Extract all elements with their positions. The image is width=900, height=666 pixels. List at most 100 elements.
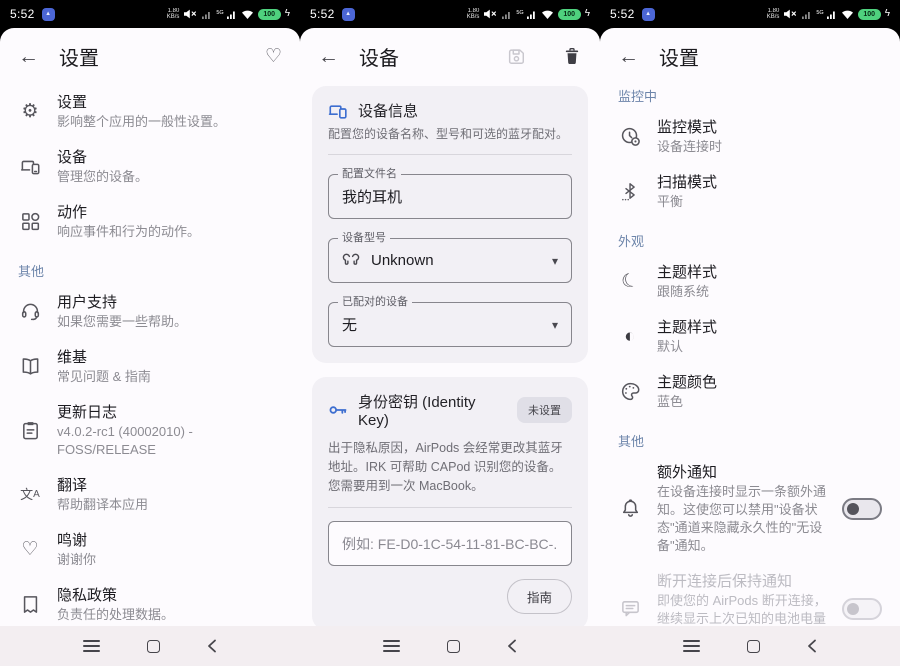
wifi-icon xyxy=(841,9,854,20)
item-general-settings[interactable]: ⚙ 设置 影响整个应用的一般性设置。 xyxy=(0,84,300,139)
moon-icon: ☾ xyxy=(616,269,645,294)
nav-home-icon[interactable] xyxy=(747,640,760,653)
item-subtitle: 即使您的 AirPods 断开连接，继续显示上次已知的电池电量水平 xyxy=(657,592,827,626)
headset-icon xyxy=(18,301,42,322)
battery-icon: 100 xyxy=(558,9,581,20)
item-title: 用户支持 xyxy=(57,292,282,313)
nav-home-icon[interactable] xyxy=(147,640,160,653)
category-icon xyxy=(18,211,42,232)
item-title: 动作 xyxy=(57,202,282,223)
item-subtitle: 跟随系统 xyxy=(657,283,882,301)
page-title: 设置 xyxy=(59,42,245,71)
status-icons: 1.80 KB/s 5G 100 ϟ xyxy=(167,8,290,21)
battery-icon: 100 xyxy=(258,9,281,20)
charging-bolt-icon: ϟ xyxy=(585,9,590,19)
item-scan-mode[interactable]: 扫描模式 平衡 xyxy=(600,164,900,219)
nav-back-icon[interactable] xyxy=(807,639,817,653)
delete-button[interactable] xyxy=(562,46,582,66)
item-theme-contrast[interactable]: ◐ 主题样式 默认 xyxy=(600,309,900,364)
item-theme-color[interactable]: 主题颜色 蓝色 xyxy=(600,364,900,419)
status-bar: 5:52 ▲ 1.80 KB/s 5G 100 ϟ xyxy=(600,0,900,28)
clock: 5:52 xyxy=(610,7,635,21)
item-title: 更新日志 xyxy=(57,402,282,423)
nav-back-icon[interactable] xyxy=(507,639,517,653)
item-subtitle: 默认 xyxy=(657,338,882,356)
charging-bolt-icon: ϟ xyxy=(885,9,890,19)
profile-name-input[interactable] xyxy=(342,188,558,205)
nav-menu-icon[interactable] xyxy=(383,640,400,652)
screenshot-canvas: 5:52 ▲ 1.80 KB/s 5G 100 ϟ ← 设置 ♡ xyxy=(0,0,900,666)
policy-book-icon xyxy=(18,594,42,615)
android-nav-bar xyxy=(0,626,300,666)
item-monitor-mode[interactable]: 监控模式 设备连接时 xyxy=(600,109,900,164)
signal-icon-secondary xyxy=(801,9,812,20)
item-title: 断开连接后保持通知 xyxy=(657,571,827,592)
identity-key-input[interactable] xyxy=(342,536,558,552)
device-model-select[interactable]: 设备型号 Unknown ▾ xyxy=(328,238,572,283)
network-speed: 1.80 KB/s xyxy=(767,8,780,21)
network-speed: 1.80 KB/s xyxy=(467,8,480,21)
clipboard-icon xyxy=(18,420,42,441)
nav-back-icon[interactable] xyxy=(207,639,217,653)
sponsor-heart-button[interactable]: ♡ xyxy=(265,45,282,68)
android-nav-bar xyxy=(300,626,600,666)
section-header-other: 其他 xyxy=(0,249,300,284)
back-button[interactable]: ← xyxy=(318,46,339,67)
status-icons: 1.80 KB/s 5G 100 ϟ xyxy=(767,8,890,21)
volume-muted-icon xyxy=(783,8,797,20)
field-label: 设备型号 xyxy=(338,232,390,245)
nav-menu-icon[interactable] xyxy=(83,640,100,652)
extra-notification-toggle[interactable] xyxy=(842,498,882,520)
item-translate[interactable]: 文A 翻译 帮助翻译本应用 xyxy=(0,467,300,522)
item-keep-notification: 断开连接后保持通知 即使您的 AirPods 断开连接，继续显示上次已知的电池电… xyxy=(600,563,900,626)
section-header-monitoring: 监控中 xyxy=(600,84,900,109)
heart-icon: ♡ xyxy=(18,540,42,559)
guide-button[interactable]: 指南 xyxy=(507,579,572,614)
paired-device-select[interactable]: 已配对的设备 无 ▾ xyxy=(328,302,572,347)
five-g-label: 5G xyxy=(816,11,823,17)
notification-app-icon: ▲ xyxy=(642,8,655,21)
identity-key-field[interactable] xyxy=(328,521,572,566)
selected-value: Unknown xyxy=(371,252,541,269)
item-theme-style[interactable]: ☾ 主题样式 跟随系统 xyxy=(600,254,900,309)
page-title: 设置 xyxy=(659,42,882,71)
network-speed: 1.80 KB/s xyxy=(167,8,180,21)
item-wiki[interactable]: 维基 常见问题 & 指南 xyxy=(0,339,300,394)
nav-menu-icon[interactable] xyxy=(683,640,700,652)
profile-name-field[interactable]: 配置文件名 xyxy=(328,174,572,219)
item-title: 维基 xyxy=(57,347,282,368)
field-label: 已配对的设备 xyxy=(338,296,412,309)
back-button[interactable]: ← xyxy=(618,46,639,67)
item-privacy-policy[interactable]: 隐私政策 负责任的处理数据。 xyxy=(0,577,300,626)
item-subtitle: 管理您的设备。 xyxy=(57,168,282,186)
item-changelog[interactable]: 更新日志 v4.0.2-rc1 (40002010) - FOSS/RELEAS… xyxy=(0,394,300,467)
card-title: 设备信息 xyxy=(358,100,418,121)
item-extra-notification[interactable]: 额外通知 在设备连接时显示一条额外通知。这使您可以禁用"设备状态"通道来隐藏永久… xyxy=(600,454,900,563)
status-bar: 5:52 ▲ 1.80 KB/s 5G 100 ϟ xyxy=(0,0,300,28)
bell-icon xyxy=(618,498,642,519)
status-badge: 未设置 xyxy=(517,397,572,423)
signal-icon-primary xyxy=(226,9,237,20)
nav-home-icon[interactable] xyxy=(447,640,460,653)
app-bar: ← 设置 xyxy=(600,28,900,84)
field-label: 配置文件名 xyxy=(338,168,401,181)
item-thanks[interactable]: ♡ 鸣谢 谢谢你 xyxy=(0,522,300,577)
wifi-icon xyxy=(541,9,554,20)
item-devices[interactable]: 设备 管理您的设备。 xyxy=(0,139,300,194)
bluetooth-scan-icon xyxy=(618,181,642,202)
item-subtitle: 负责任的处理数据。 xyxy=(57,606,282,624)
item-title: 主题颜色 xyxy=(657,372,882,393)
item-subtitle: 如果您需要一些帮助。 xyxy=(57,313,282,331)
back-button[interactable]: ← xyxy=(18,46,39,67)
item-support[interactable]: 用户支持 如果您需要一些帮助。 xyxy=(0,284,300,339)
item-actions[interactable]: 动作 响应事件和行为的动作。 xyxy=(0,194,300,249)
screen-device-editor: 5:52 ▲ 1.80 KB/s 5G 100 ϟ ← 设备 xyxy=(300,0,600,666)
heart-icon: ♡ xyxy=(265,45,282,68)
floppy-save-icon xyxy=(506,46,526,66)
battery-icon: 100 xyxy=(858,9,881,20)
item-subtitle: 影响整个应用的一般性设置。 xyxy=(57,113,282,131)
divider xyxy=(328,507,572,508)
save-button[interactable] xyxy=(506,46,526,66)
chat-bubble-icon xyxy=(618,598,642,619)
item-subtitle: 谢谢你 xyxy=(57,551,282,569)
